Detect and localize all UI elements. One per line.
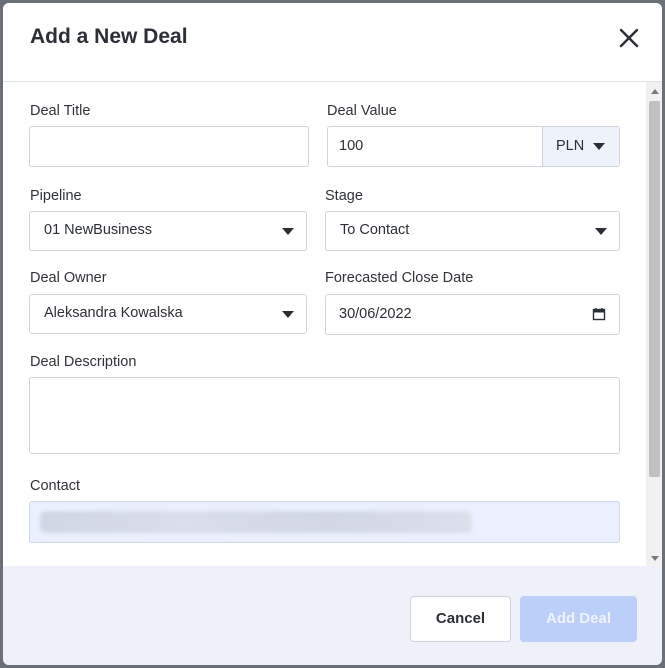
scroll-up-arrow-icon[interactable] <box>651 89 659 94</box>
deal-owner-select[interactable]: Aleksandra Kowalska <box>29 294 307 334</box>
close-button[interactable] <box>616 25 642 51</box>
close-date-label: Forecasted Close Date <box>325 270 474 286</box>
add-deal-button[interactable]: Add Deal <box>520 596 637 642</box>
scroll-down-arrow-icon[interactable] <box>651 556 659 561</box>
deal-value-input[interactable]: 100 <box>339 138 363 154</box>
description-textarea[interactable] <box>29 377 620 454</box>
close-icon <box>619 28 639 48</box>
scrollbar[interactable] <box>646 82 662 566</box>
deal-value-label: Deal Value <box>327 103 397 119</box>
deal-title-label: Deal Title <box>30 103 91 119</box>
contact-label: Contact <box>30 478 80 494</box>
deal-title-input[interactable] <box>29 126 309 167</box>
currency-select[interactable]: PLN <box>542 127 619 166</box>
chevron-down-icon <box>593 143 605 150</box>
stage-select[interactable]: To Contact <box>325 211 620 251</box>
modal-body: Deal Title Deal Value 100 PLN Pipeline 0… <box>3 82 662 566</box>
close-date-value: 30/06/2022 <box>339 306 412 322</box>
close-date-input[interactable]: 30/06/2022 <box>325 294 620 335</box>
modal-footer: Cancel Add Deal <box>3 566 662 665</box>
deal-owner-label: Deal Owner <box>30 270 107 286</box>
description-label: Deal Description <box>30 354 137 370</box>
stage-value: To Contact <box>340 222 410 238</box>
cancel-button[interactable]: Cancel <box>410 596 511 642</box>
chevron-down-icon <box>595 228 607 235</box>
stage-label: Stage <box>325 188 363 204</box>
chevron-down-icon <box>282 311 294 318</box>
deal-value-field: 100 PLN <box>327 126 620 167</box>
calendar-icon[interactable] <box>592 307 606 321</box>
deal-owner-value: Aleksandra Kowalska <box>44 305 183 321</box>
modal-title: Add a New Deal <box>30 25 188 48</box>
modal-header: Add a New Deal <box>3 3 662 82</box>
chevron-down-icon <box>282 228 294 235</box>
contact-input[interactable] <box>29 501 620 543</box>
pipeline-value: 01 NewBusiness <box>44 222 152 238</box>
pipeline-select[interactable]: 01 NewBusiness <box>29 211 307 251</box>
pipeline-label: Pipeline <box>30 188 82 204</box>
scroll-thumb[interactable] <box>649 101 660 477</box>
currency-value: PLN <box>556 138 585 154</box>
contact-redacted <box>40 511 472 533</box>
add-deal-modal: Add a New Deal Deal Title Deal Value 100… <box>3 3 662 665</box>
